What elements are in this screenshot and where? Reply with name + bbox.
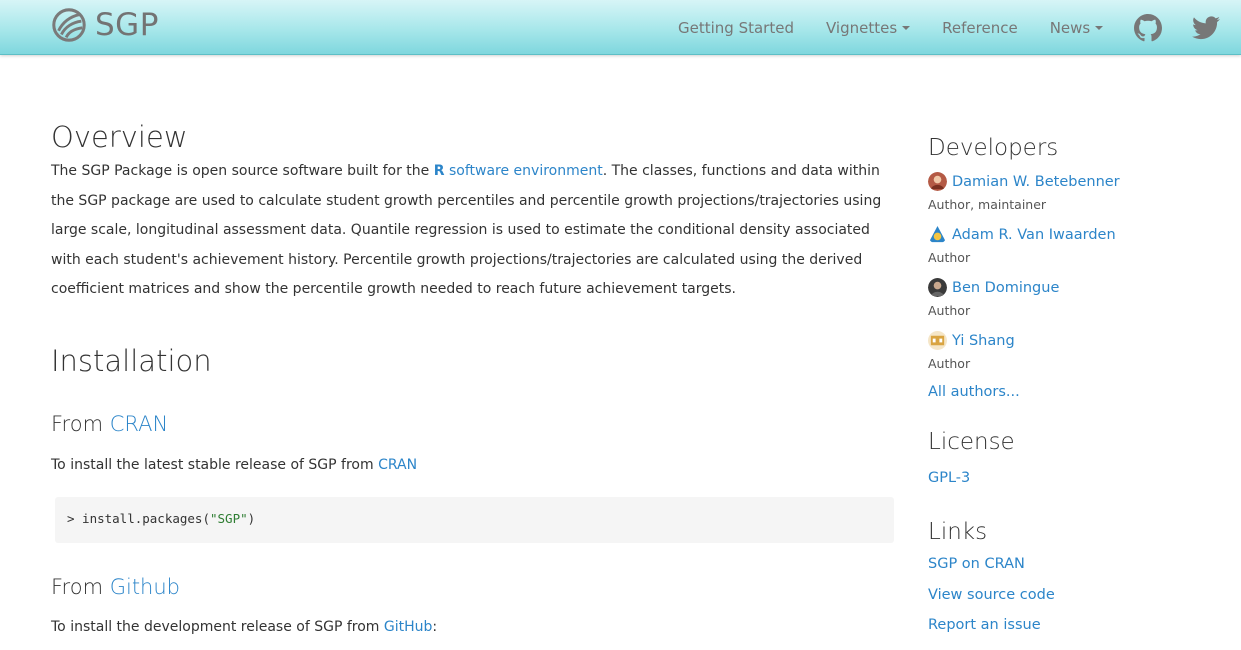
developer-item[interactable]: Damian W. Betebenner (928, 172, 1120, 191)
nav-reference[interactable]: Reference (926, 0, 1034, 55)
github-install-text: To install the development release of SG… (51, 619, 437, 635)
developer-item[interactable]: Yi Shang (928, 331, 1015, 350)
developer-name-link[interactable]: Damian W. Betebenner (952, 174, 1120, 190)
from-cran-prefix: From (51, 412, 110, 436)
installation-heading: Installation (51, 344, 212, 378)
links-heading: Links (928, 519, 988, 545)
brand-link[interactable]: SGP (50, 4, 159, 46)
github-install-text-label: To install the development release of SG… (51, 619, 384, 635)
nav-news-label: News (1049, 18, 1091, 37)
github-text-end: : (432, 619, 438, 635)
developer-name-link[interactable]: Adam R. Van Iwaarden (952, 227, 1116, 243)
license-heading: License (928, 429, 1015, 455)
all-authors-link[interactable]: All authors... (928, 384, 1020, 400)
from-github-heading: From Github (51, 575, 180, 599)
nav-vignettes-dropdown[interactable]: Vignettes (810, 0, 926, 55)
overview-text-start: The SGP Package is open source software … (51, 163, 434, 179)
sgp-on-cran-link[interactable]: SGP on CRAN (928, 556, 1025, 572)
avatar (928, 331, 947, 350)
github-text-link[interactable]: GitHub (384, 619, 433, 635)
developer-name-link[interactable]: Yi Shang (952, 333, 1015, 349)
code-prompt: > install.packages( (67, 511, 210, 526)
from-cran-heading: From CRAN (51, 412, 168, 436)
overview-text-end: . The classes, functions and data within… (51, 163, 882, 297)
overview-paragraph: The SGP Package is open source software … (51, 157, 896, 305)
cran-install-text-label: To install the latest stable release of … (51, 457, 379, 473)
developer-role: Author, maintainer (928, 197, 1047, 212)
github-heading-link[interactable]: Github (110, 575, 180, 599)
from-github-prefix: From (51, 575, 110, 599)
brand-name: SGP (95, 7, 159, 43)
overview-heading: Overview (51, 120, 188, 154)
cran-heading-link[interactable]: CRAN (110, 412, 168, 436)
developer-role: Author (928, 303, 971, 318)
r-label: R (433, 163, 445, 179)
nav-reference-label: Reference (942, 18, 1018, 37)
r-software-link-text: software environment (448, 163, 603, 179)
license-link[interactable]: GPL-3 (928, 470, 970, 486)
developer-role: Author (928, 356, 971, 371)
nav-menu: Getting Started Vignettes Reference News (662, 0, 1235, 55)
sgp-logo-icon (52, 8, 86, 42)
github-link[interactable] (1119, 0, 1177, 55)
github-icon (1134, 13, 1163, 41)
cran-install-text: To install the latest stable release of … (51, 457, 417, 473)
developer-name-link[interactable]: Ben Domingue (952, 280, 1059, 296)
navbar: SGP Getting Started Vignettes Reference … (0, 0, 1241, 55)
avatar (928, 172, 947, 191)
caret-down-icon (902, 25, 911, 30)
cran-text-link[interactable]: CRAN (378, 457, 417, 473)
nav-getting-started[interactable]: Getting Started (662, 0, 810, 55)
cran-code-block[interactable]: > install.packages("SGP") (55, 497, 894, 543)
developer-item[interactable]: Adam R. Van Iwaarden (928, 225, 1116, 244)
developer-item[interactable]: Ben Domingue (928, 278, 1059, 297)
avatar (928, 278, 947, 297)
nav-news-dropdown[interactable]: News (1034, 0, 1120, 55)
twitter-icon (1192, 15, 1221, 39)
developers-heading: Developers (928, 135, 1059, 161)
code-string: "SGP" (210, 511, 248, 526)
developer-role: Author (928, 250, 971, 265)
caret-down-icon (1095, 25, 1104, 30)
code-end: ) (247, 511, 256, 526)
report-issue-link[interactable]: Report an issue (928, 617, 1041, 633)
r-software-link[interactable]: R software environment (434, 163, 603, 179)
avatar (928, 225, 947, 244)
view-source-link[interactable]: View source code (928, 587, 1055, 603)
nav-vignettes-label: Vignettes (825, 18, 898, 37)
nav-getting-started-label: Getting Started (678, 18, 794, 37)
twitter-link[interactable] (1177, 0, 1235, 55)
